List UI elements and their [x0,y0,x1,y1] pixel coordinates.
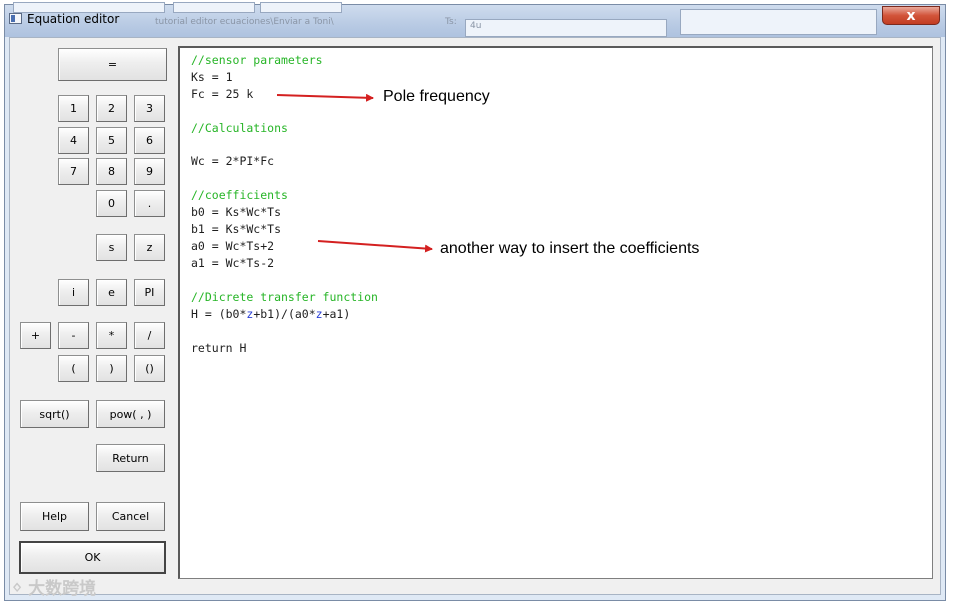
close-paren-button[interactable]: ) [96,355,127,382]
code-line: b1 = Ks*Wc*Ts [191,222,282,236]
i-constant-button[interactable]: i [58,279,89,306]
digit-8-button[interactable]: 8 [96,158,127,185]
sqrt-button[interactable]: sqrt() [20,400,89,428]
pole-frequency-annotation: Pole frequency [383,88,490,105]
pow-button[interactable]: pow( , ) [96,400,165,428]
code-line: Ks = 1 [191,70,233,84]
code-line: return H [191,341,247,355]
digit-6-button[interactable]: 6 [134,127,165,154]
code-token: +a1) [322,307,351,321]
equals-button[interactable]: = [58,48,167,81]
background-window-field [260,2,342,13]
background-window-panel [680,9,877,35]
close-icon: x [906,8,916,24]
background-window-input: 4u [465,19,667,37]
ok-button[interactable]: OK [19,541,166,574]
watermark-logo-icon: ᛜ [12,579,29,599]
e-constant-button[interactable]: e [96,279,127,306]
digit-2-button[interactable]: 2 [96,95,127,122]
watermark: ᛜ 大数跨境 [12,574,96,599]
cancel-button[interactable]: Cancel [96,502,165,531]
code-line: Fc = 25 k [191,87,254,101]
digit-5-button[interactable]: 5 [96,127,127,154]
digit-1-button[interactable]: 1 [58,95,89,122]
return-button[interactable]: Return [96,444,165,472]
digit-4-button[interactable]: 4 [58,127,89,154]
coefficients-annotation: another way to insert the coefficients [440,240,700,257]
background-window-path: tutorial editor ecuaciones\Enviar a Toni… [155,17,334,27]
pi-constant-button[interactable]: PI [134,279,165,306]
watermark-text: 大数跨境 [28,579,97,599]
digit-0-button[interactable]: 0 [96,190,127,217]
s-variable-button[interactable]: s [96,234,127,261]
background-window-value: 4u [470,21,482,31]
code-line: //Dicrete transfer function [191,290,378,304]
code-line: //coefficients [191,188,288,202]
help-button[interactable]: Help [20,502,89,531]
code-keyword-z: z [315,307,323,321]
app-icon [9,13,22,24]
code-line: //sensor parameters [191,53,323,67]
open-paren-button[interactable]: ( [58,355,89,382]
code-line: Wc = 2*PI*Fc [191,154,275,168]
divide-button[interactable]: / [134,322,165,349]
plus-button[interactable]: + [20,322,51,349]
code-token: +b1)/(a0* [253,307,316,321]
code-line: a1 = Wc*Ts-2 [191,256,275,270]
code-line: a0 = Wc*Ts+2 [191,239,275,253]
close-button[interactable]: x [882,6,940,25]
paren-pair-button[interactable]: () [134,355,165,382]
digit-3-button[interactable]: 3 [134,95,165,122]
code-line-transfer-function: H = (b0*z+b1)/(a0*z+a1) [191,307,350,321]
code-line: //Calculations [191,121,288,135]
digit-7-button[interactable]: 7 [58,158,89,185]
equation-text-area[interactable]: //sensor parameters Ks = 1 Fc = 25 k //C… [178,46,933,579]
title-bar[interactable]: tutorial editor ecuaciones\Enviar a Toni… [5,2,945,37]
multiply-button[interactable]: * [96,322,127,349]
z-variable-button[interactable]: z [134,234,165,261]
minus-button[interactable]: - [58,322,89,349]
code-token: H = (b0* [191,307,247,321]
background-window-field [173,2,255,13]
background-window-label: Ts: [445,17,457,27]
decimal-point-button[interactable]: . [134,190,165,217]
code-line: b0 = Ks*Wc*Ts [191,205,282,219]
digit-9-button[interactable]: 9 [134,158,165,185]
window-title: Equation editor [27,12,120,26]
